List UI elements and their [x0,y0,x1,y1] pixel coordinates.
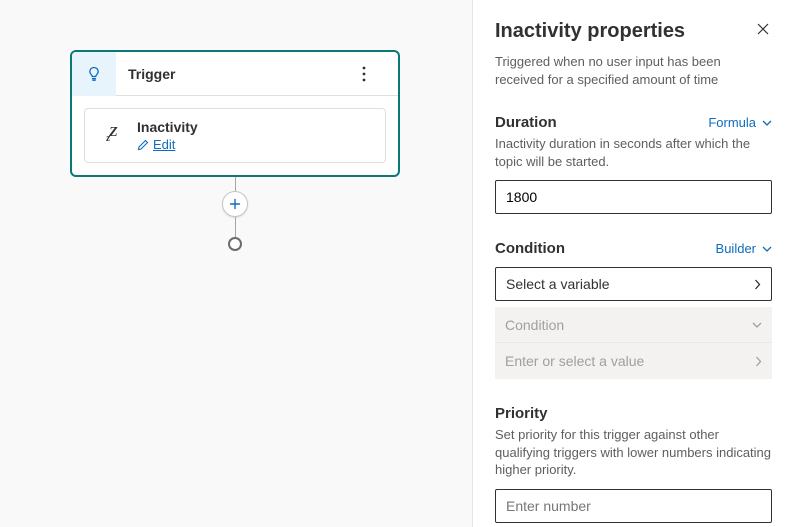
connector [70,177,400,251]
condition-value-row[interactable]: Enter or select a value [495,343,772,379]
chevron-down-icon [752,322,762,328]
edit-label: Edit [153,137,175,152]
close-icon [756,22,770,36]
condition-mode-toggle[interactable]: Builder [716,241,772,256]
chevron-right-icon [754,279,761,290]
inactivity-card[interactable]: zZ Inactivity Edit [84,108,386,163]
variable-select-placeholder: Select a variable [506,276,610,292]
condition-label: Condition [495,240,565,257]
trigger-title: Trigger [116,66,362,82]
edit-button[interactable]: Edit [137,137,198,152]
duration-input[interactable] [495,180,772,214]
add-node-button[interactable] [222,191,248,217]
chevron-down-icon [762,120,772,126]
chevron-right-icon [755,356,762,367]
plus-icon [229,198,241,210]
duration-section: Duration Formula Inactivity duration in … [495,114,772,214]
panel-header: Inactivity properties [495,20,772,43]
panel-title: Inactivity properties [495,20,685,43]
inactivity-title: Inactivity [137,119,198,135]
variable-select[interactable]: Select a variable [495,267,772,301]
panel-description: Triggered when no user input has been re… [495,53,772,88]
chevron-down-icon [762,246,772,252]
priority-input[interactable] [495,489,772,523]
condition-section: Condition Builder Select a variable Cond… [495,240,772,379]
condition-builder: Condition Enter or select a value [495,307,772,379]
lightbulb-icon [86,66,102,82]
duration-mode-toggle[interactable]: Formula [708,115,772,130]
trigger-header: Trigger [72,52,398,96]
trigger-type-icon [72,52,116,96]
duration-description: Inactivity duration in seconds after whi… [495,135,772,170]
properties-panel: Inactivity properties Triggered when no … [472,0,794,527]
priority-section: Priority Set priority for this trigger a… [495,405,772,523]
close-button[interactable] [754,20,772,38]
condition-value-label: Enter or select a value [505,353,644,369]
condition-operator-row[interactable]: Condition [495,307,772,343]
duration-label: Duration [495,114,557,131]
duration-mode-label: Formula [708,115,756,130]
priority-label: Priority [495,405,772,422]
trigger-body: zZ Inactivity Edit [72,96,398,175]
end-node [228,237,242,251]
inactivity-text: Inactivity Edit [137,119,198,152]
condition-header: Condition Builder [495,240,772,257]
duration-header: Duration Formula [495,114,772,131]
priority-description: Set priority for this trigger against ot… [495,426,772,479]
condition-mode-label: Builder [716,241,756,256]
sleep-icon: zZ [97,122,125,150]
connector-line [235,217,236,237]
more-vertical-icon [362,66,366,82]
pencil-icon [137,139,149,151]
connector-line [235,177,236,191]
canvas: Trigger zZ Inactivity Edit [0,0,472,527]
trigger-card[interactable]: Trigger zZ Inactivity Edit [70,50,400,177]
trigger-more-menu[interactable] [362,66,398,82]
condition-operator-label: Condition [505,317,564,333]
